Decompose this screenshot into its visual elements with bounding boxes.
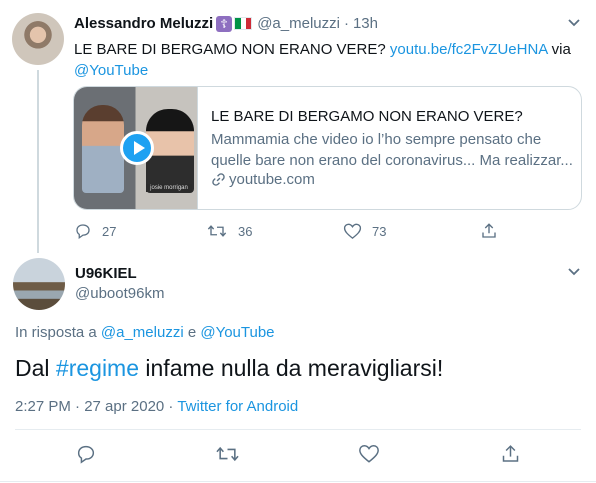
avatar[interactable] [13, 258, 65, 310]
card-domain-text: youtube.com [229, 171, 315, 188]
share-button[interactable] [480, 220, 498, 242]
retweet-button[interactable] [215, 443, 240, 469]
hashtag-link[interactable]: #regime [56, 355, 139, 381]
mention-link[interactable]: @YouTube [74, 62, 148, 79]
orthodox-cross-icon: ☦ [216, 15, 233, 32]
replying-to: In risposta a @a_meluzzi e @YouTube [15, 324, 275, 341]
chevron-down-icon[interactable] [567, 267, 581, 277]
thumbnail-person-left [82, 105, 124, 193]
divider [15, 429, 581, 430]
author-name[interactable]: U96KIEL [75, 265, 137, 282]
author-name[interactable]: Alessandro Meluzzi [74, 15, 213, 32]
dot-separator: · [343, 15, 349, 32]
tweet-text-after: infame nulla da meravigliarsi! [139, 355, 444, 381]
avatar[interactable] [12, 13, 64, 65]
share-icon [482, 223, 496, 238]
tweet-source[interactable]: Twitter for Android [177, 398, 298, 415]
tweet-text: LE BARE DI BERGAMO NON ERANO VERE? youtu… [74, 39, 574, 81]
reply-button[interactable] [75, 443, 97, 469]
tweet-text: Dal #regime infame nulla da meravigliars… [15, 354, 443, 382]
retweet-button[interactable]: 36 [206, 220, 252, 242]
card-thumbnail[interactable]: josie morrigan [74, 87, 198, 209]
mention-link[interactable]: @a_meluzzi [101, 324, 184, 341]
tweet-link[interactable]: youtu.be/fc2FvZUeHNA [390, 41, 548, 58]
retweet-icon [216, 446, 239, 462]
reply-count: 27 [102, 223, 117, 239]
thumbnail-caption: josie morrigan [146, 184, 192, 192]
author-handle[interactable]: @uboot96km [75, 285, 164, 302]
thread-connector [37, 70, 39, 253]
like-icon [343, 223, 362, 239]
reply-icon [77, 445, 95, 464]
link-icon [212, 173, 225, 186]
retweet-count: 36 [238, 223, 253, 239]
replying-to-and: e [183, 324, 201, 341]
play-icon[interactable] [120, 131, 154, 165]
reply-button[interactable]: 27 [74, 220, 116, 242]
like-button[interactable]: 73 [343, 220, 386, 242]
tweet-text-plain: LE BARE DI BERGAMO NON ERANO VERE? [74, 41, 390, 58]
tweet-metadata: 2:27 PM · 27 apr 2020 · Twitter for Andr… [15, 398, 298, 415]
card-domain: youtube.com [211, 171, 315, 188]
divider [0, 481, 596, 482]
tweet-timestamp[interactable]: 2:27 PM · 27 apr 2020 · [15, 398, 177, 415]
reply-icon [76, 224, 90, 239]
like-button[interactable] [358, 443, 380, 469]
retweet-icon [207, 225, 227, 237]
tweet-text-via: via [547, 41, 571, 58]
card-description: Mammamia che video io l’ho sempre pensat… [211, 131, 573, 169]
replying-to-label: In risposta a [15, 324, 101, 341]
tweet-header: Alessandro Meluzzi ☦ @a_meluzzi · 13h [74, 15, 378, 32]
tweet-text-before: Dal [15, 355, 56, 381]
mention-link[interactable]: @YouTube [200, 324, 274, 341]
link-card[interactable]: josie morrigan LE BARE DI BERGAMO NON ER… [73, 86, 582, 210]
author-handle[interactable]: @a_meluzzi [257, 15, 340, 32]
share-button[interactable] [500, 443, 521, 469]
tweet-time[interactable]: 13h [353, 15, 378, 32]
like-count: 73 [372, 223, 387, 239]
card-title: LE BARE DI BERGAMO NON ERANO VERE? [211, 108, 523, 125]
italy-flag-icon [234, 17, 253, 30]
chevron-down-icon[interactable] [567, 18, 581, 28]
share-icon [502, 445, 519, 462]
like-icon [359, 444, 379, 463]
